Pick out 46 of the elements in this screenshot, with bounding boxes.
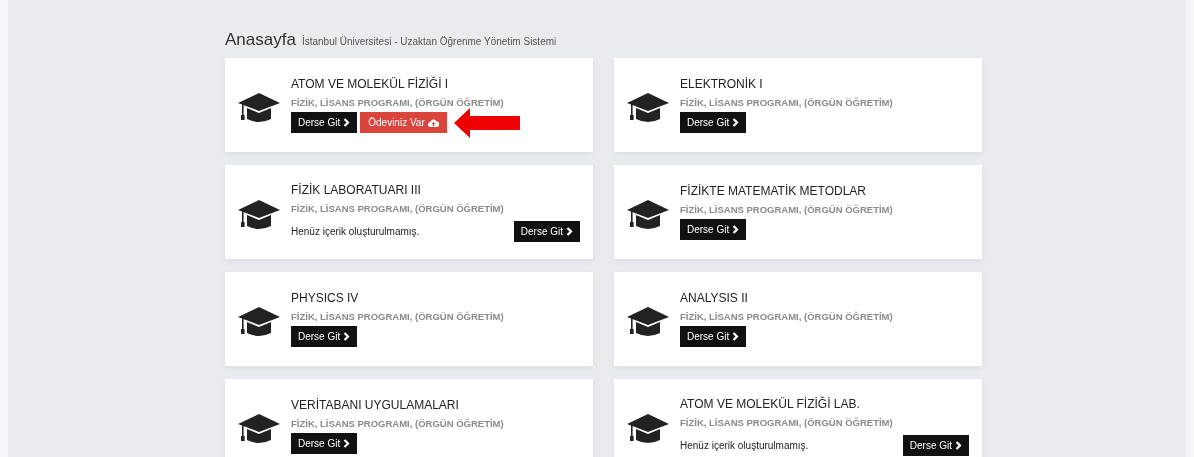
course-title: PHYSICS IV (291, 291, 360, 305)
graduation-cap-icon (626, 305, 670, 339)
course-title: FİZİK LABORATUARI III (291, 182, 422, 197)
program-label: FİZİK, LİSANS PROGRAMI, (ÖRGÜN ÖĞRETİM) (680, 97, 894, 109)
graduation-cap-icon (237, 198, 281, 232)
chevron-right-icon (732, 225, 740, 234)
program-label: FİZİK, LİSANS PROGRAMI, (ÖRGÜN ÖĞRETİM) (291, 311, 505, 323)
go-to-course-button[interactable]: Derse Git (291, 326, 358, 347)
go-to-course-button[interactable]: Derse Git (291, 433, 358, 454)
program-label: FİZİK, LİSANS PROGRAMI, (ÖRGÜN ÖĞRETİM) (680, 416, 894, 429)
graduation-cap-icon (237, 91, 281, 125)
cloud-upload-icon (427, 118, 439, 127)
program-label: FİZİK, LİSANS PROGRAMI, (ÖRGÜN ÖĞRETİM) (291, 96, 505, 109)
program-label: FİZİK, LİSANS PROGRAMI, (ÖRGÜN ÖĞRETİM) (291, 202, 505, 215)
empty-content-note: Henüz içerik oluşturulmamış. (291, 224, 420, 239)
chevron-right-icon (343, 332, 351, 341)
course-title: ATOM VE MOLEKÜL FİZİĞİ I (291, 76, 450, 91)
graduation-cap-icon (237, 412, 281, 446)
program-label: FİZİK, LİSANS PROGRAMI, (ÖRGÜN ÖĞRETİM) (680, 311, 894, 323)
course-title: VERİTABANI UYGULAMALARI (291, 398, 460, 412)
chevron-right-icon (732, 332, 740, 341)
graduation-cap-icon (626, 91, 670, 125)
course-title: ELEKTRONİK I (680, 77, 764, 91)
chevron-right-icon (343, 118, 351, 127)
page-subtitle: İstanbul Üniversitesi - Uzaktan Öğrenme Yönetim Sistemi (301, 37, 557, 48)
go-to-course-button[interactable]: Derse Git (680, 219, 747, 240)
chevron-right-icon (566, 226, 573, 236)
go-to-course-button[interactable]: Derse Git (291, 112, 358, 133)
go-to-course-button[interactable]: Derse Git (902, 434, 969, 456)
program-label: FİZİK, LİSANS PROGRAMI, (ÖRGÜN ÖĞRETİM) (680, 204, 894, 216)
chevron-right-icon (343, 439, 351, 448)
course-title: ANALYSIS II (680, 291, 749, 305)
page-title: Anasayfa (225, 31, 296, 48)
go-to-course-button[interactable]: Derse Git (513, 220, 580, 242)
graduation-cap-icon (626, 198, 670, 232)
go-to-course-button[interactable]: Derse Git (680, 112, 747, 133)
go-to-course-button[interactable]: Derse Git (680, 326, 747, 347)
empty-content-note: Henüz içerik oluşturulmamış. (680, 438, 809, 453)
course-title: FİZİKTE MATEMATİK METODLAR (680, 184, 867, 198)
graduation-cap-icon (237, 305, 281, 339)
chevron-right-icon (732, 118, 740, 127)
graduation-cap-icon (626, 412, 670, 446)
course-title: ATOM VE MOLEKÜL FİZİĞİ LAB. (680, 396, 861, 411)
homework-button[interactable]: Ödeviniz Var (360, 112, 447, 133)
program-label: FİZİK, LİSANS PROGRAMI, (ÖRGÜN ÖĞRETİM) (291, 418, 505, 430)
chevron-right-icon (955, 440, 962, 450)
